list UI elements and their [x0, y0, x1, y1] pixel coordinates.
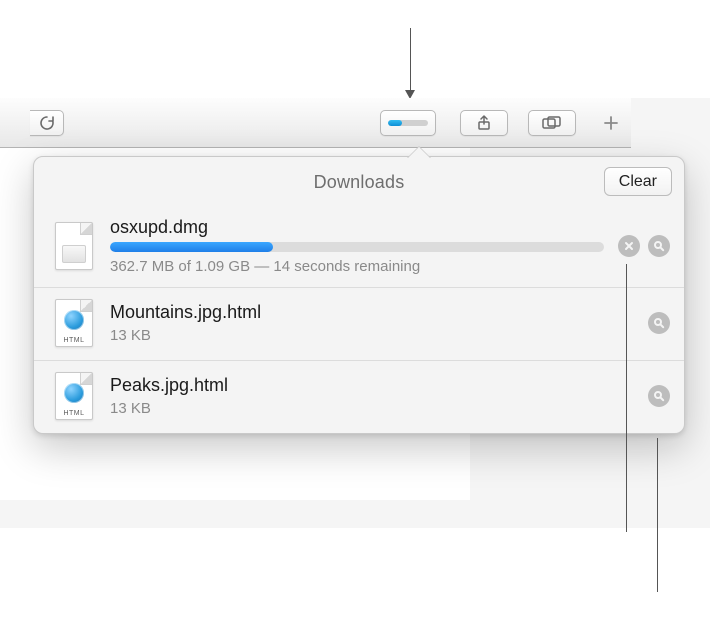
downloads-popover-title: Downloads — [314, 172, 405, 193]
share-icon — [476, 115, 492, 131]
downloads-list: osxupd.dmg 362.7 MB of 1.09 GB — 14 seco… — [34, 207, 684, 433]
tab-overview-button[interactable] — [528, 110, 576, 136]
download-row-body: Mountains.jpg.html 13 KB — [110, 302, 634, 344]
download-row-actions — [618, 235, 670, 257]
download-progress-track — [110, 242, 604, 252]
plus-icon — [603, 115, 619, 131]
reveal-in-finder-button[interactable] — [648, 312, 670, 334]
file-icon-html: HTML — [52, 371, 96, 421]
download-filename: Mountains.jpg.html — [110, 302, 634, 323]
download-row-body: Peaks.jpg.html 13 KB — [110, 375, 634, 417]
download-progress-fill — [110, 242, 273, 252]
download-row-body: osxupd.dmg 362.7 MB of 1.09 GB — 14 seco… — [110, 217, 604, 275]
reveal-in-finder-button[interactable] — [648, 235, 670, 257]
download-row-actions — [648, 312, 670, 334]
magnifier-icon — [653, 390, 665, 402]
callout-line-cancel-button — [626, 264, 627, 532]
callout-line-reveal-button — [657, 438, 658, 592]
clear-button[interactable]: Clear — [604, 167, 672, 196]
download-status-text: 13 KB — [110, 327, 634, 344]
download-row-actions — [648, 385, 670, 407]
downloads-mini-progress-fill — [388, 120, 402, 126]
reveal-in-finder-button[interactable] — [648, 385, 670, 407]
tabs-icon — [542, 116, 562, 130]
file-icon-html: HTML — [52, 298, 96, 348]
close-icon — [624, 241, 634, 251]
download-row: HTML Peaks.jpg.html 13 KB — [34, 360, 684, 433]
magnifier-icon — [653, 240, 665, 252]
file-icon-dmg — [52, 221, 96, 271]
share-button[interactable] — [460, 110, 508, 136]
download-status-text: 13 KB — [110, 400, 634, 417]
cancel-download-button[interactable] — [618, 235, 640, 257]
reload-button[interactable] — [30, 110, 64, 136]
download-row: osxupd.dmg 362.7 MB of 1.09 GB — 14 seco… — [34, 207, 684, 287]
download-filename: Peaks.jpg.html — [110, 375, 634, 396]
downloads-button[interactable] — [380, 110, 436, 136]
magnifier-icon — [653, 317, 665, 329]
browser-toolbar — [0, 98, 631, 148]
reload-icon — [39, 115, 55, 131]
new-tab-button[interactable] — [592, 110, 630, 136]
download-status-text: 362.7 MB of 1.09 GB — 14 seconds remaini… — [110, 258, 604, 275]
downloads-popover-header: Downloads Clear — [34, 157, 684, 207]
downloads-mini-progress — [388, 120, 428, 126]
download-row: HTML Mountains.jpg.html 13 KB — [34, 287, 684, 360]
callout-line-downloads-button — [410, 28, 411, 92]
downloads-popover: Downloads Clear osxupd.dmg 362.7 MB of 1… — [33, 156, 685, 434]
download-filename: osxupd.dmg — [110, 217, 604, 238]
